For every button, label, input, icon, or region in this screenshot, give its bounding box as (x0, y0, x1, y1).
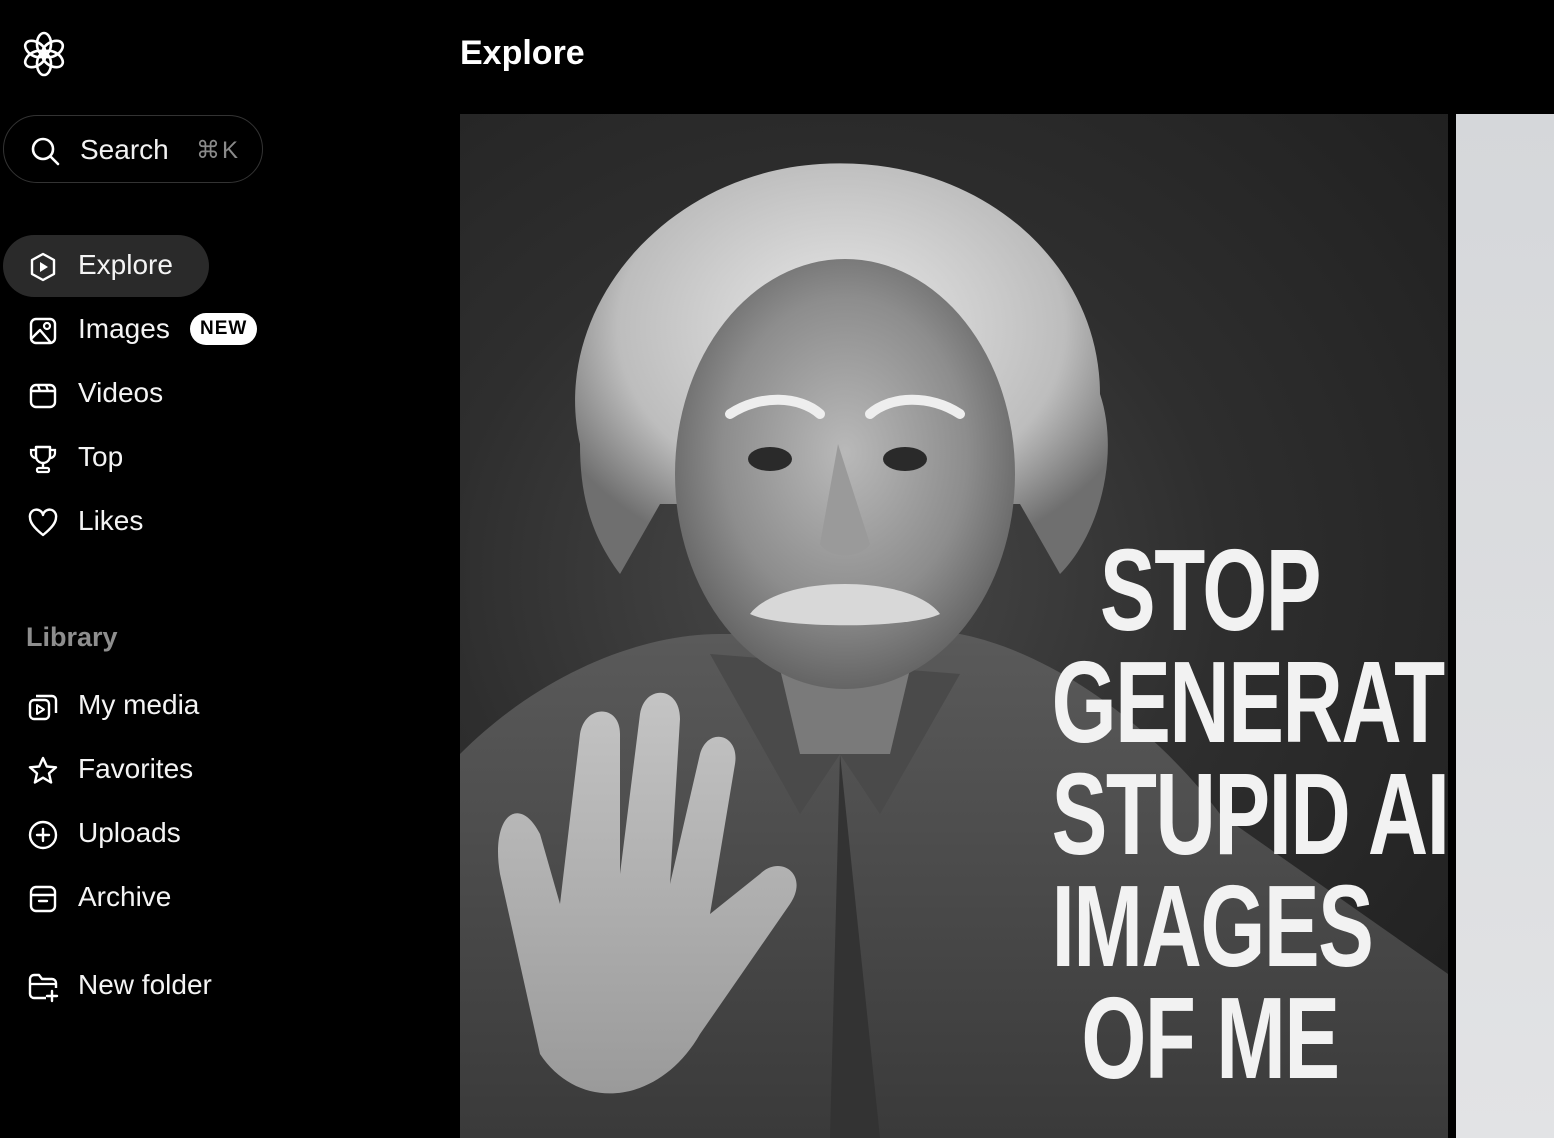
image-icon (29, 317, 57, 345)
sidebar: Search ⌘K Explore Images NEW Videos Top … (0, 0, 420, 1138)
caption-line: OF ME (1081, 973, 1340, 1103)
caption-line: IMAGES (1051, 861, 1374, 991)
video-icon (29, 383, 57, 409)
library-label: My media (78, 689, 200, 720)
new-folder-icon (28, 973, 59, 1003)
logo-icon[interactable] (20, 30, 68, 78)
media-icon (28, 694, 58, 721)
nav-item-images[interactable]: Images NEW (3, 299, 263, 361)
new-folder-button[interactable]: New folder (3, 955, 253, 1017)
library-label: Favorites (78, 753, 194, 784)
page-title: Explore (460, 34, 585, 72)
nav-item-likes[interactable]: Likes (3, 491, 223, 553)
search-shortcut: ⌘K (196, 137, 241, 164)
meme-caption: STOP GENERATING STUPID AI IMAGES OF ME (1051, 525, 1448, 1103)
library-item-favorites[interactable]: Favorites (3, 739, 243, 801)
caption-line: GENERATING (1051, 637, 1448, 767)
search-icon (31, 137, 60, 166)
library-item-archive[interactable]: Archive (3, 867, 243, 929)
new-folder-label: New folder (78, 969, 212, 1000)
caption-line: STOP (1099, 525, 1322, 655)
feed-card-next[interactable] (1456, 114, 1554, 1138)
app-window: Search ⌘K Explore Images NEW Videos Top … (0, 0, 1554, 1138)
nav-label: Likes (78, 505, 144, 536)
heart-icon (28, 508, 58, 537)
library-item-my-media[interactable]: My media (3, 675, 243, 737)
nav-label: Top (78, 441, 124, 472)
search-button[interactable]: Search ⌘K (3, 115, 263, 183)
library-heading: Library (26, 622, 118, 652)
explore-icon (30, 252, 56, 282)
feed-card[interactable]: STOP GENERATING STUPID AI IMAGES OF ME (460, 114, 1448, 1138)
nav-item-explore[interactable]: Explore (3, 235, 209, 297)
search-label: Search (80, 134, 169, 165)
library-label: Archive (78, 881, 172, 912)
new-badge: NEW (190, 313, 258, 345)
nav-label: Explore (78, 249, 173, 280)
library-label: Uploads (78, 817, 181, 848)
star-icon (28, 756, 58, 784)
archive-icon (29, 885, 57, 913)
nav-item-videos[interactable]: Videos (3, 363, 223, 425)
library-item-uploads[interactable]: Uploads (3, 803, 243, 865)
upload-plus-icon (28, 820, 58, 850)
nav-item-top[interactable]: Top (3, 427, 223, 489)
trophy-icon (29, 445, 57, 474)
nav-label: Videos (78, 377, 164, 408)
caption-line: STUPID AI (1051, 749, 1448, 879)
nav-label: Images (78, 313, 170, 344)
